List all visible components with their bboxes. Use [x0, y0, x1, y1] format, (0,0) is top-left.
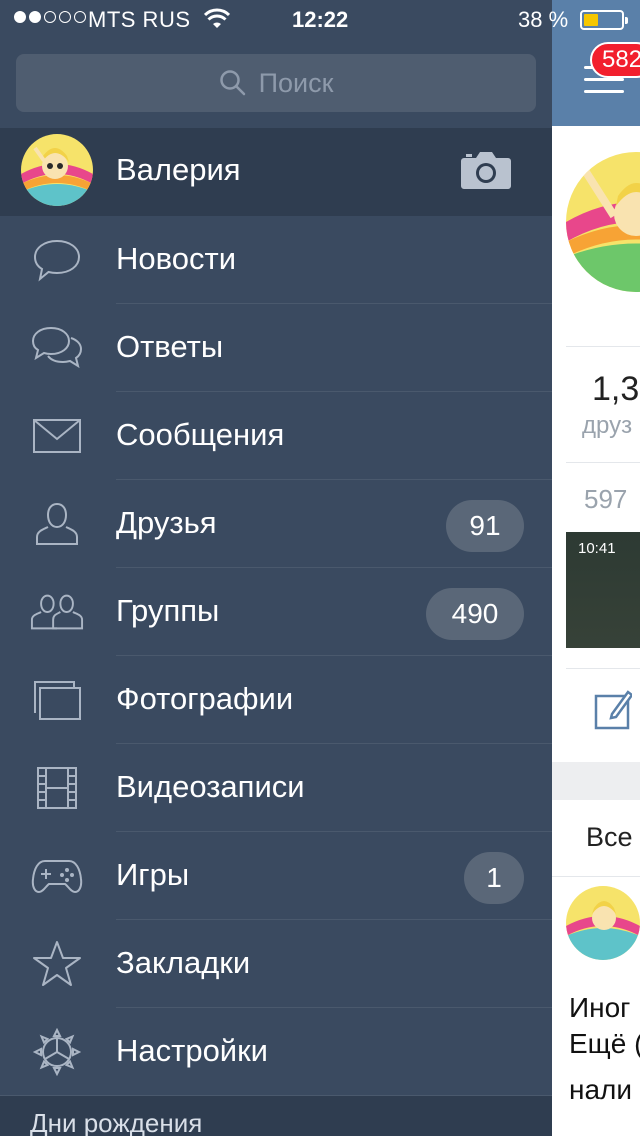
search-input[interactable]: Поиск: [16, 54, 536, 112]
photos-icon: [30, 676, 84, 724]
star-icon: [30, 940, 84, 988]
post-text-line: Иног: [569, 992, 631, 1023]
profile-row[interactable]: Валерия: [0, 128, 552, 216]
menu-item-label: Игры: [116, 857, 190, 892]
groups-count-badge: 490: [426, 588, 524, 640]
gear-icon: [30, 1028, 84, 1076]
clock: 12:22: [292, 7, 349, 32]
profile-name: Валерия: [116, 152, 241, 187]
post-author-avatar[interactable]: [566, 886, 640, 960]
notification-badge: 582: [590, 42, 640, 78]
search-placeholder: Поиск: [258, 67, 334, 98]
battery-percent: 38 %: [518, 7, 569, 32]
friends-count-badge: 91: [446, 500, 524, 552]
birthdays-section: Дни рождения: [0, 1095, 552, 1136]
gamepad-icon: [30, 852, 84, 900]
photos-count: 597: [584, 484, 628, 514]
double-bubble-icon: [30, 324, 84, 372]
menu-item-games[interactable]: Игры 1: [0, 832, 552, 920]
section-divider: [552, 762, 640, 800]
carrier-name: MTS RUS: [88, 7, 191, 32]
search-icon: [219, 70, 245, 96]
menu-item-friends[interactable]: Друзья 91: [0, 480, 552, 568]
speech-bubble-icon: [30, 236, 84, 284]
menu-item-label: Настройки: [116, 1033, 269, 1068]
games-count-badge: 1: [464, 852, 524, 904]
birthdays-header: Дни рождения: [30, 1108, 203, 1136]
tab-all[interactable]: Все: [586, 822, 633, 853]
menu-item-groups[interactable]: Группы 490: [0, 568, 552, 656]
profile-photo[interactable]: [566, 152, 640, 292]
camera-icon[interactable]: [460, 150, 512, 195]
menu-item-label: Друзья: [116, 505, 217, 540]
menu-item-news[interactable]: Новости: [0, 216, 552, 304]
menu-item-videos[interactable]: Видеозаписи: [0, 744, 552, 832]
wifi-icon: [203, 8, 231, 36]
friends-label: друз: [582, 412, 633, 439]
menu-item-label: Ответы: [116, 329, 224, 364]
envelope-icon: [30, 412, 84, 460]
menu-item-label: Закладки: [116, 945, 251, 980]
menu-item-replies[interactable]: Ответы: [0, 304, 552, 392]
menu-item-label: Фотографии: [116, 681, 294, 716]
film-icon: [30, 764, 84, 812]
side-menu: Поиск Валерия Новости Ответы Сообщения Д…: [0, 0, 552, 1136]
friends-count: 1,3: [592, 370, 640, 408]
group-icon: [30, 588, 84, 636]
post-text-line: нали: [569, 1074, 633, 1105]
menu-item-photos[interactable]: Фотографии: [0, 656, 552, 744]
menu-item-label: Новости: [116, 241, 237, 276]
menu-item-label: Группы: [116, 593, 220, 628]
menu-item-label: Видеозаписи: [116, 769, 305, 804]
battery-icon: [580, 10, 628, 30]
signal-strength-icon: [14, 11, 86, 23]
menu-item-messages[interactable]: Сообщения: [0, 392, 552, 480]
menu-item-label: Сообщения: [116, 417, 285, 452]
post-text-line: Ещё (: [569, 1028, 640, 1059]
menu-item-bookmarks[interactable]: Закладки: [0, 920, 552, 1008]
person-icon: [30, 500, 84, 548]
status-bar: MTS RUS 12:22 38 %: [0, 0, 640, 40]
edit-post-icon[interactable]: [594, 688, 634, 735]
avatar[interactable]: [21, 134, 93, 206]
menu-item-settings[interactable]: Настройки: [0, 1008, 552, 1096]
main-content-peek[interactable]: 582 1,3 друз 597 10:41 Все Иног Ещё (на…: [552, 0, 640, 1136]
thumbnail-clock: 10:41: [578, 540, 616, 557]
photo-thumbnail[interactable]: 10:41: [566, 532, 640, 648]
